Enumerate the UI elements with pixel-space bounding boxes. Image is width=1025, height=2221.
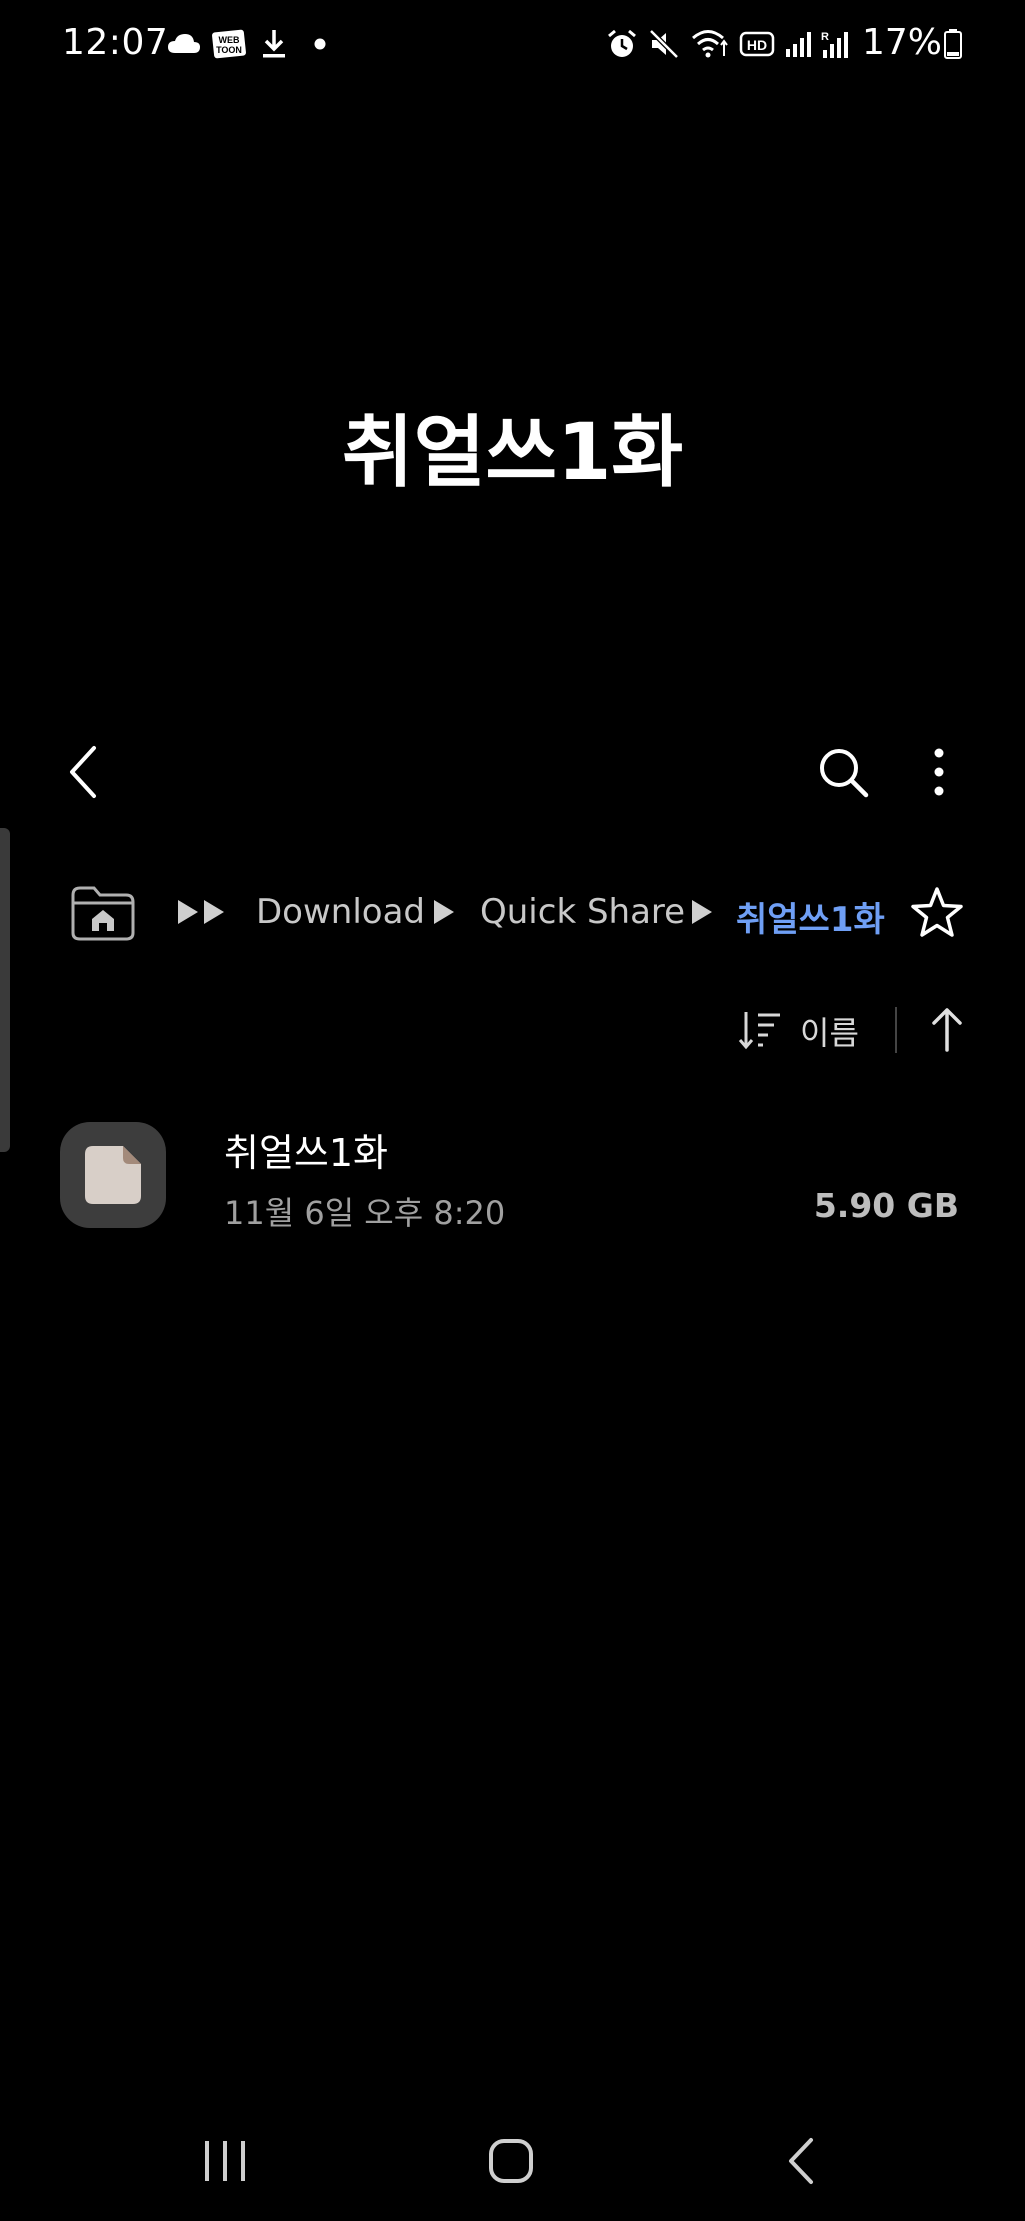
sort-icon xyxy=(738,1012,780,1050)
sort-direction-button[interactable] xyxy=(924,1002,970,1056)
mute-icon xyxy=(646,24,682,64)
alarm-icon xyxy=(604,24,640,64)
svg-text:R: R xyxy=(821,31,829,43)
breadcrumb: Download Quick Share 취얼쓰1화 xyxy=(0,870,1025,954)
back-nav-button[interactable] xyxy=(756,2126,846,2196)
home-button-icon xyxy=(489,2139,533,2183)
more-vertical-icon xyxy=(934,748,944,796)
dot-icon xyxy=(312,24,328,64)
sort-divider xyxy=(895,1007,897,1053)
hd-icon: HD xyxy=(738,24,776,64)
breadcrumb-separator-icon xyxy=(434,900,454,924)
chevron-left-icon xyxy=(70,746,96,798)
battery-percent: 17% xyxy=(862,22,943,63)
page-title: 취얼쓰1화 xyxy=(341,408,684,498)
star-icon xyxy=(911,887,963,937)
search-icon xyxy=(820,749,869,798)
recents-icon xyxy=(205,2141,245,2181)
breadcrumb-item-download[interactable]: Download xyxy=(256,892,425,932)
breadcrumb-home-button[interactable] xyxy=(66,880,140,946)
file-icon xyxy=(85,1146,141,1204)
sort-order-button[interactable] xyxy=(736,1004,784,1056)
file-manager-screen: 12:07 WEB TOON HD R 17% 취얼쓰1화 Download Q… xyxy=(0,0,1025,2221)
back-icon xyxy=(789,2138,813,2184)
cloud-icon xyxy=(166,24,202,64)
file-thumbnail xyxy=(60,1122,166,1228)
battery-icon xyxy=(942,24,964,64)
webtoon-icon: WEB TOON xyxy=(210,24,248,64)
file-size: 5.90 GB xyxy=(813,1186,959,1225)
more-options-button[interactable] xyxy=(914,740,964,804)
file-name: 취얼쓰1화 xyxy=(224,1131,389,1175)
search-button[interactable] xyxy=(812,740,874,804)
svg-text:WEB: WEB xyxy=(219,35,240,45)
file-date: 11월 6일 오후 8:20 xyxy=(224,1194,506,1232)
back-button[interactable] xyxy=(56,740,112,804)
arrow-up-icon xyxy=(932,1008,962,1052)
breadcrumb-separator-icon xyxy=(692,900,712,924)
home-folder-icon xyxy=(71,886,135,941)
status-bar: 12:07 WEB TOON HD R 17% xyxy=(0,0,1025,92)
recents-button[interactable] xyxy=(180,2126,270,2196)
svg-text:TOON: TOON xyxy=(216,45,242,55)
signal-icon xyxy=(782,24,816,64)
download-icon xyxy=(258,24,290,64)
sort-label[interactable]: 이름 xyxy=(800,1008,859,1054)
home-button[interactable] xyxy=(466,2126,556,2196)
favorite-button[interactable] xyxy=(904,880,970,946)
breadcrumb-item-current[interactable]: 취얼쓰1화 xyxy=(736,892,885,941)
svg-text:HD: HD xyxy=(747,37,767,53)
signal-roaming-icon: R xyxy=(818,24,854,64)
file-list-item[interactable]: 취얼쓰1화 11월 6일 오후 8:20 5.90 GB xyxy=(0,1110,1025,1240)
edge-panel-handle[interactable] xyxy=(0,828,10,1152)
wifi-icon xyxy=(690,24,732,64)
status-time: 12:07 xyxy=(62,22,169,63)
breadcrumb-item-quick-share[interactable]: Quick Share xyxy=(480,892,685,932)
double-arrow-icon xyxy=(178,900,224,924)
